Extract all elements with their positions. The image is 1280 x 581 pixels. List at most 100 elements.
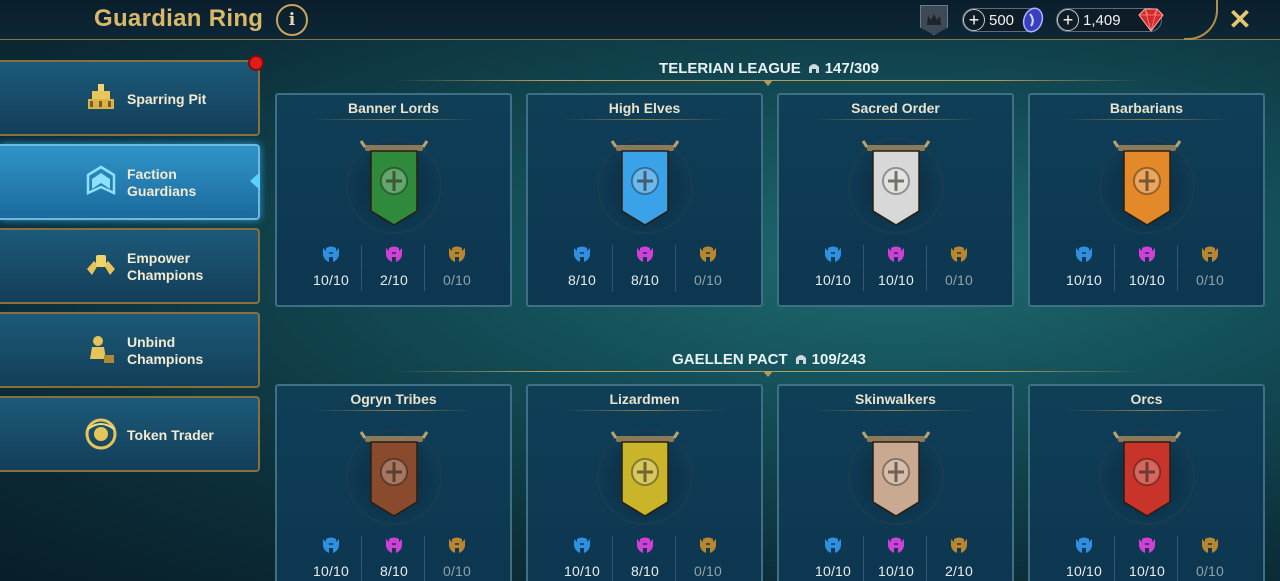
rare-count: 8/10 [567, 272, 597, 288]
epic-count: 10/10 [877, 563, 915, 579]
rare-count: 10/10 [1065, 563, 1103, 579]
league-progress: 109/243 [811, 350, 866, 368]
rare-helmet-icon [823, 245, 843, 263]
close-button[interactable]: ✕ [1226, 4, 1254, 35]
legendary-count: 0/10 [1195, 563, 1225, 579]
league-name: GAELLEN PACT [672, 350, 788, 368]
stat-divider [926, 245, 927, 291]
stat-divider [612, 536, 613, 581]
legendary-helmet-icon [949, 245, 969, 263]
faction-card-skinwalkers[interactable]: Skinwalkers 10/10 10/10 2/10 [777, 384, 1014, 581]
rare-guardian-stat: 10/10 [1054, 536, 1114, 579]
faction-name: Orcs [1130, 391, 1163, 407]
faction-name: Lizardmen [609, 391, 680, 407]
legendary-count: 0/10 [442, 563, 472, 579]
stat-divider [863, 536, 864, 581]
epic-helmet-icon [384, 536, 404, 554]
active-indicator [250, 172, 260, 190]
divider [562, 119, 727, 120]
empower-champions-icon [87, 255, 115, 275]
epic-count: 8/10 [630, 563, 660, 579]
divider [311, 119, 476, 120]
crown-icon[interactable] [920, 5, 948, 35]
sidebar-item-sparring-pit[interactable]: Sparring Pit [0, 60, 260, 136]
legendary-helmet-icon [949, 536, 969, 554]
sidebar-item-faction-guardians[interactable]: Faction Guardians [0, 144, 260, 220]
stat-divider [424, 245, 425, 291]
sparring-pit-icon [88, 84, 114, 109]
faction-card-banner-lords[interactable]: Banner Lords 10/10 2/10 0/10 [275, 93, 512, 307]
corner-ornament [1184, 0, 1218, 40]
divider [311, 410, 476, 411]
legendary-guardian-stat: 0/10 [929, 245, 989, 288]
faction-card-high-elves[interactable]: High Elves 8/10 8/10 0/10 [526, 93, 763, 307]
energy-value: 500 [989, 11, 1015, 29]
rare-count: 10/10 [312, 563, 350, 579]
faction-banner-icon [592, 133, 698, 237]
sidebar-item-label: Empower Champions [127, 250, 204, 283]
epic-guardian-stat: 10/10 [866, 245, 926, 288]
rare-helmet-icon [321, 245, 341, 263]
epic-count: 2/10 [379, 272, 409, 288]
helmet-icon [808, 64, 819, 73]
rare-helmet-icon [321, 536, 341, 554]
sidebar-item-token-trader[interactable]: Token Trader [0, 396, 260, 472]
divider [813, 119, 978, 120]
info-button[interactable]: i [276, 4, 308, 36]
epic-count: 8/10 [630, 272, 660, 288]
add-gems-button[interactable]: + [1057, 9, 1079, 31]
legendary-helmet-icon [1200, 245, 1220, 263]
faction-card-barbarians[interactable]: Barbarians 10/10 10/10 0/10 [1028, 93, 1265, 307]
rare-helmet-icon [1074, 245, 1094, 263]
epic-guardian-stat: 10/10 [1117, 245, 1177, 288]
legendary-guardian-stat: 0/10 [427, 536, 487, 579]
faction-card-ogryn-tribes[interactable]: Ogryn Tribes 10/10 8/10 0/10 [275, 384, 512, 581]
league-header-telerian: TELERIAN LEAGUE 147/309 [272, 56, 1266, 86]
sidebar-item-label: Sparring Pit [127, 91, 207, 107]
rare-helmet-icon [572, 536, 592, 554]
legendary-helmet-icon [447, 245, 467, 263]
sidebar-item-label: Faction Guardians [127, 166, 197, 199]
helmet-icon [795, 355, 806, 364]
epic-helmet-icon [635, 536, 655, 554]
rare-guardian-stat: 10/10 [1054, 245, 1114, 288]
stat-divider [675, 536, 676, 581]
faction-guardians-icon [86, 165, 116, 195]
legendary-count: 2/10 [944, 563, 974, 579]
faction-name: High Elves [608, 100, 681, 116]
legendary-count: 0/10 [693, 563, 723, 579]
league-header-gaellen: GAELLEN PACT 109/243 [272, 347, 1266, 377]
gems-resource: + 1,409 [1056, 8, 1164, 32]
legendary-guardian-stat: 0/10 [678, 245, 738, 288]
sidebar-item-unbind-champions[interactable]: Unbind Champions [0, 312, 260, 388]
epic-helmet-icon [886, 536, 906, 554]
ruby-gem-icon [1138, 8, 1164, 32]
faction-card-lizardmen[interactable]: Lizardmen 10/10 8/10 0/10 [526, 384, 763, 581]
legendary-guardian-stat: 2/10 [929, 536, 989, 579]
rare-helmet-icon [823, 536, 843, 554]
divider [562, 410, 727, 411]
epic-guardian-stat: 8/10 [364, 536, 424, 579]
faction-banner-icon [341, 133, 447, 237]
stat-divider [361, 536, 362, 581]
faction-name: Ogryn Tribes [350, 391, 437, 407]
faction-card-orcs[interactable]: Orcs 10/10 10/10 0/10 [1028, 384, 1265, 581]
stat-divider [863, 245, 864, 291]
faction-name: Sacred Order [851, 100, 940, 116]
epic-count: 10/10 [1128, 563, 1166, 579]
stat-divider [926, 536, 927, 581]
legendary-helmet-icon [698, 536, 718, 554]
epic-helmet-icon [1137, 245, 1157, 263]
rare-count: 10/10 [563, 563, 601, 579]
legendary-helmet-icon [447, 536, 467, 554]
notification-badge [248, 55, 264, 71]
faction-card-sacred-order[interactable]: Sacred Order 10/10 10/10 0/10 [777, 93, 1014, 307]
sidebar-item-empower-champions[interactable]: Empower Champions [0, 228, 260, 304]
faction-banner-icon [592, 424, 698, 528]
legendary-count: 0/10 [944, 272, 974, 288]
epic-helmet-icon [886, 245, 906, 263]
rare-count: 10/10 [312, 272, 350, 288]
add-energy-button[interactable]: + [963, 9, 985, 31]
epic-count: 8/10 [379, 563, 409, 579]
faction-banner-icon [843, 424, 949, 528]
